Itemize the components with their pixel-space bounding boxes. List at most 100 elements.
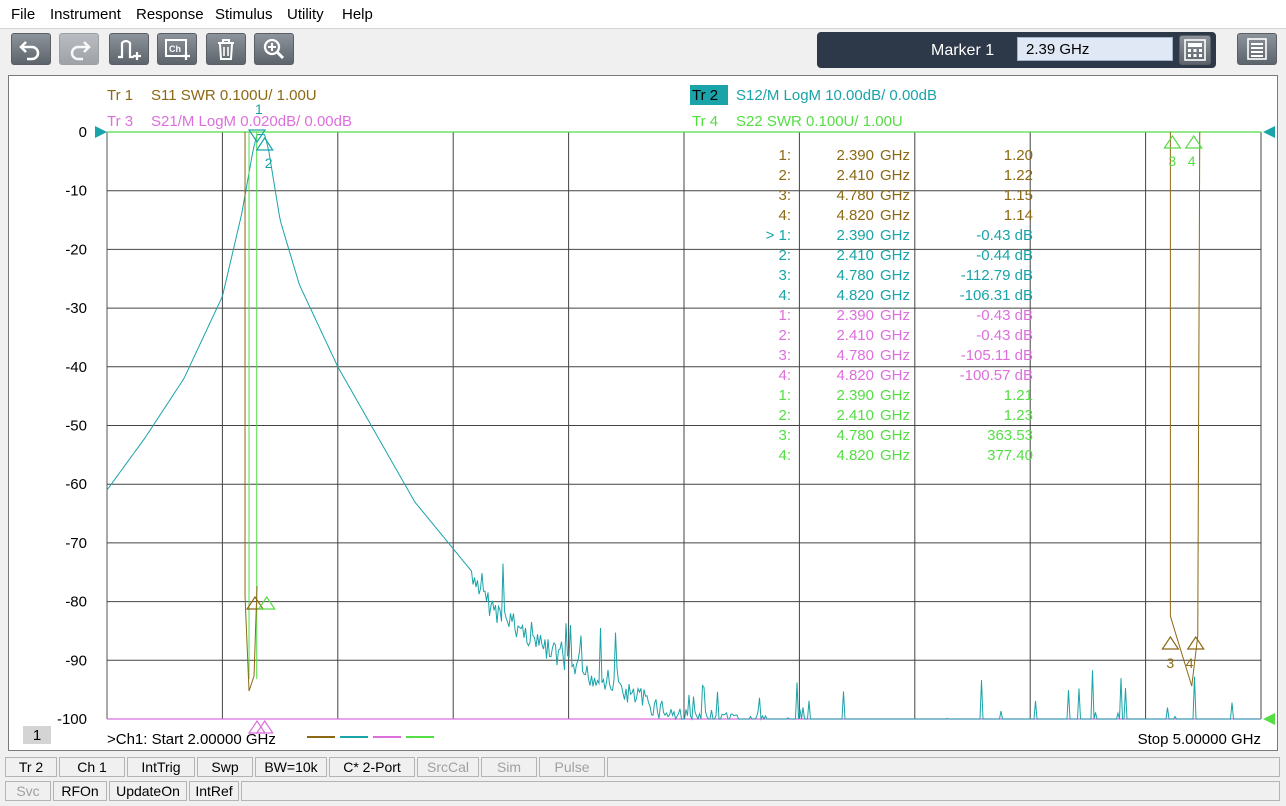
trace-description-tr3: S21/M LogM 0.020dB/ 0.00dB xyxy=(151,113,352,130)
trace-number-tr2: Tr 2 xyxy=(692,87,718,104)
y-tick-label: -10 xyxy=(65,183,87,200)
status-button-pulse[interactable]: Pulse xyxy=(539,757,605,777)
marker-readout-number: 1: xyxy=(778,387,791,404)
undo-button[interactable] xyxy=(11,33,51,65)
trace-description-tr4: S22 SWR 0.100U/ 1.00U xyxy=(736,113,903,130)
zoom-button[interactable] xyxy=(254,33,294,65)
marker-tag-4: 4 xyxy=(1188,153,1196,169)
marker-readout-unit: GHz xyxy=(880,187,910,204)
status-button-ch-1[interactable]: Ch 1 xyxy=(59,757,125,777)
status-button-tr-2[interactable]: Tr 2 xyxy=(5,757,57,777)
marker-readout-frequency: 4.780 xyxy=(836,347,874,364)
y-tick-label: -70 xyxy=(65,535,87,552)
marker-readout-unit: GHz xyxy=(880,207,910,224)
marker-readout-frequency: 2.410 xyxy=(836,167,874,184)
add-channel-icon: Ch xyxy=(165,39,190,60)
marker-readout-value: -0.43 dB xyxy=(976,307,1033,324)
y-tick-label: -40 xyxy=(65,359,87,376)
y-tick-label: -30 xyxy=(65,300,87,317)
marker-readout-unit: GHz xyxy=(880,287,910,304)
marker-readout-value: -100.57 dB xyxy=(960,367,1033,384)
marker-readout-frequency: 4.780 xyxy=(836,427,874,444)
marker-readout-unit: GHz xyxy=(880,347,910,364)
status-button-swp[interactable]: Swp xyxy=(197,757,253,777)
keypad-button[interactable] xyxy=(1179,35,1211,65)
marker-readout-number: 1: xyxy=(778,147,791,164)
status-bar-filler xyxy=(241,781,1280,801)
trace-plot[interactable]: 0-10-20-30-40-50-60-70-80-90-10012 3 43 4Tr… xyxy=(9,76,1277,750)
marker-readout-frequency: 2.410 xyxy=(836,327,874,344)
s11-marker-triangle xyxy=(1161,635,1180,650)
reference-arrow-left-top xyxy=(95,126,107,138)
marker-readout-frequency: 2.390 xyxy=(836,147,874,164)
menu-utility[interactable]: Utility xyxy=(287,6,324,23)
marker-readout-value: -105.11 dB xyxy=(961,347,1033,364)
trace-number-tr3: Tr 3 xyxy=(107,113,133,130)
y-tick-label: -80 xyxy=(65,594,87,611)
marker-readout-value: 363.53 xyxy=(987,427,1033,444)
svg-text:Ch: Ch xyxy=(169,44,181,54)
status-button-rfon[interactable]: RFOn xyxy=(53,781,107,801)
marker-readout-number: 1: xyxy=(778,307,791,324)
add-channel-button[interactable]: Ch xyxy=(157,33,197,65)
status-button-c-2-port[interactable]: C* 2-Port xyxy=(329,757,415,777)
delete-button[interactable] xyxy=(206,33,246,65)
s11-marker-triangle xyxy=(1186,635,1205,650)
menu-stimulus[interactable]: Stimulus xyxy=(215,6,273,23)
marker-readout-value: -106.31 dB xyxy=(960,287,1033,304)
marker-readout-unit: GHz xyxy=(880,427,910,444)
marker-readout-frequency: 4.780 xyxy=(836,187,874,204)
marker-readout-number: 3: xyxy=(778,267,791,284)
stop-frequency-label: Stop 5.00000 GHz xyxy=(1138,731,1261,748)
marker-readout-frequency: 2.410 xyxy=(836,247,874,264)
redo-icon xyxy=(70,41,91,61)
y-tick-label: -50 xyxy=(65,418,87,435)
marker-readout-number: 2: xyxy=(778,167,791,184)
channel-number: 1 xyxy=(33,727,41,744)
status-button-intref[interactable]: IntRef xyxy=(189,781,239,801)
marker-readout-number: 4: xyxy=(778,447,791,464)
marker-readout-frequency: 4.780 xyxy=(836,267,874,284)
status-button-svc[interactable]: Svc xyxy=(5,781,51,801)
marker-readout-number: 4: xyxy=(778,287,791,304)
marker-value-input[interactable]: 2.39 GHz xyxy=(1017,37,1173,61)
marker-readout-number: 3: xyxy=(778,187,791,204)
status-bar-row-1: Tr 2 Ch 1 IntTrig Swp BW=10k C* 2-Port SrcCal S… xyxy=(0,756,1286,778)
status-bar-filler xyxy=(607,757,1280,777)
marker-readout-number: 4: xyxy=(778,207,791,224)
marker-tag-4: 4 xyxy=(1186,655,1194,671)
marker-readout-unit: GHz xyxy=(880,407,910,424)
status-button-srccal[interactable]: SrcCal xyxy=(417,757,479,777)
marker-readout-frequency: 4.820 xyxy=(836,447,874,464)
measurement-window[interactable]: 0 -10 -20 -30 -40 -50 -60 -70 -80 -90 -100 1 2 3 4 3 4 Tr… xyxy=(8,75,1278,751)
menu-instrument[interactable]: Instrument xyxy=(50,6,121,23)
marker-readout-number: 3: xyxy=(778,427,791,444)
marker-readout-number: 2: xyxy=(778,327,791,344)
add-trace-button[interactable] xyxy=(109,33,149,65)
marker-readout-unit: GHz xyxy=(880,227,910,244)
marker-readout-value: 1.22 xyxy=(1004,167,1033,184)
status-button-sim[interactable]: Sim xyxy=(481,757,537,777)
status-button-inttrig[interactable]: IntTrig xyxy=(127,757,195,777)
softkey-menu-button[interactable] xyxy=(1237,33,1277,65)
marker-readout-frequency: 4.820 xyxy=(836,287,874,304)
status-bar-row-2: Svc RFOn UpdateOn IntRef xyxy=(0,780,1286,802)
marker-readout-number: 2: xyxy=(778,407,791,424)
menu-list-icon xyxy=(1247,38,1267,60)
menu-file[interactable]: File xyxy=(11,6,35,23)
marker-tag-3: 3 xyxy=(1166,655,1174,671)
menu-help[interactable]: Help xyxy=(342,6,373,23)
reference-arrow-right-top xyxy=(1263,126,1275,138)
toolbar: Ch Marker 1 2.39 GHz xyxy=(0,29,1286,73)
redo-button[interactable] xyxy=(59,33,99,65)
y-tick-label: -60 xyxy=(65,476,87,493)
y-tick-label: 0 xyxy=(79,124,87,141)
marker-readout-frequency: 2.390 xyxy=(836,227,874,244)
marker-readout-frequency: 4.820 xyxy=(836,367,874,384)
y-tick-label: -100 xyxy=(57,711,87,728)
marker-readout-value: -0.43 dB xyxy=(976,227,1033,244)
status-button-updateon[interactable]: UpdateOn xyxy=(109,781,187,801)
status-button-bw-10k[interactable]: BW=10k xyxy=(255,757,327,777)
menu-response[interactable]: Response xyxy=(136,6,204,23)
zoom-icon xyxy=(263,38,285,60)
